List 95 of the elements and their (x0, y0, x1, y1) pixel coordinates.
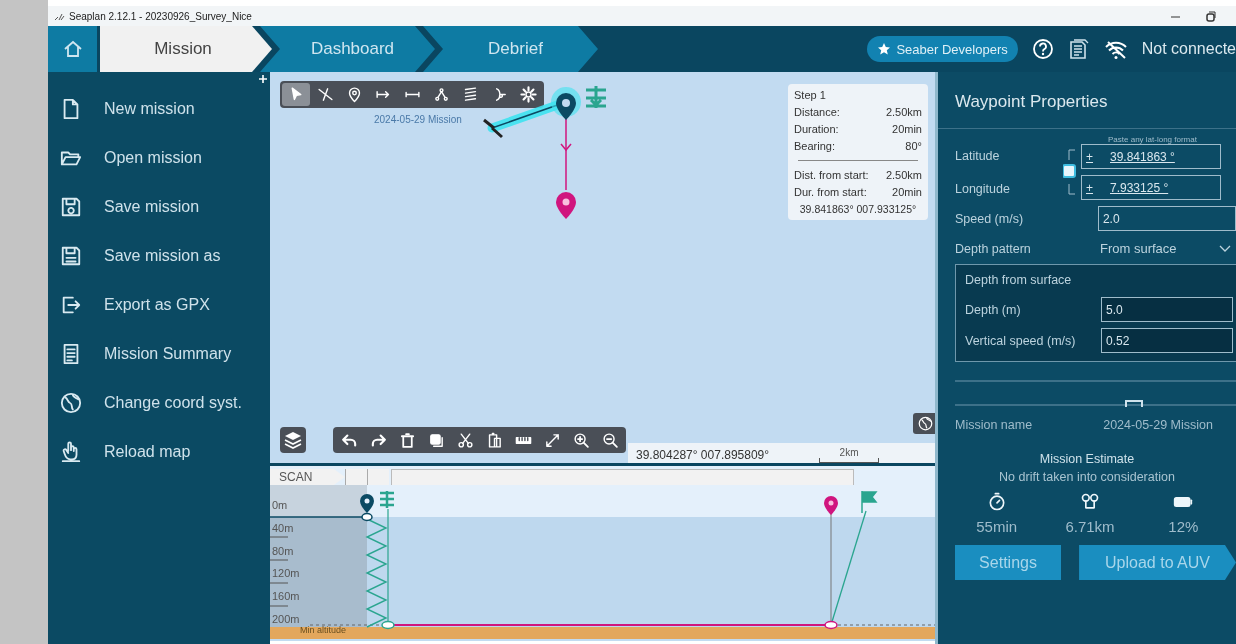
info-value: 2.50km (885, 169, 922, 181)
expand-icon (543, 431, 561, 449)
waypoint-pin-icon[interactable] (556, 192, 576, 219)
home-button[interactable] (48, 26, 100, 72)
branch-icon (432, 86, 450, 103)
segment-cell (367, 469, 389, 485)
input-field[interactable]: 2.0 (1097, 206, 1236, 231)
sidebar-item[interactable]: New mission (48, 92, 248, 126)
field-label: Depth (m) (965, 302, 1022, 317)
info-value: 2.50km (885, 106, 922, 118)
panel-title: Waypoint Properties (938, 72, 1236, 129)
sidebar-item[interactable]: Mission Summary (48, 337, 248, 371)
undo-icon (340, 431, 358, 449)
coordinate-field[interactable]: + 39.841863 ° (1081, 144, 1221, 169)
depth-label: 40m (272, 522, 294, 534)
step-title: Step 1 (794, 89, 827, 101)
coordinates-text: 39.841863° 007.933125° (798, 203, 918, 215)
estimate-title: Mission Estimate (1038, 452, 1136, 466)
line-cut-icon (316, 86, 334, 103)
depth-label: 120m (272, 567, 300, 579)
depth-label: 80m (272, 545, 294, 557)
group-title: Depth from surface (965, 273, 1073, 287)
mission-name: 2024-05-29 Mission (1103, 418, 1213, 432)
splitter-handle[interactable] (1125, 400, 1143, 407)
nav-tab[interactable]: Mission (100, 26, 272, 72)
layers-icon (283, 430, 303, 450)
depth-label: 160m (272, 590, 300, 602)
info-value: 20min (892, 186, 922, 198)
field-label: Latitude (955, 148, 1001, 163)
scale-label: 2km (839, 446, 859, 458)
copy-icon (427, 431, 445, 449)
window-title: Seaplan 2.12.1 - 20230926_Survey_Nice (69, 10, 252, 22)
wifi-off-icon (1103, 38, 1128, 60)
link-toggle[interactable] (1063, 147, 1077, 197)
input-field[interactable]: 0.52 (1101, 328, 1233, 353)
two-pins-icon (1080, 492, 1100, 512)
layers-button[interactable] (280, 427, 306, 453)
sidebar-item[interactable]: Open mission (48, 141, 248, 175)
settings-icon (519, 86, 537, 103)
field-label: Longitude (955, 181, 1011, 196)
info-label: Distance: (794, 106, 840, 118)
globe-button[interactable] (913, 413, 935, 434)
sidebar-item[interactable]: Export as GPX (48, 288, 248, 322)
zoom-out-icon (601, 431, 619, 449)
dropdown[interactable]: From surface (1100, 241, 1231, 256)
segment-cell (345, 469, 367, 485)
field-label: Vertical speed (m/s) (965, 333, 1077, 348)
field-label: Mission name (955, 418, 1033, 432)
estimate-value: 55min (976, 518, 1018, 535)
trash-icon (398, 431, 416, 449)
scale-bar (819, 457, 880, 463)
waypoint-pin-icon[interactable] (551, 87, 581, 120)
depth-marker-icon (584, 84, 608, 110)
info-label: Dur. from start: (794, 186, 867, 198)
info-label: Duration: (794, 123, 839, 135)
sidebar-item[interactable]: Save mission (48, 190, 248, 224)
sidebar-item[interactable]: Reload map (48, 435, 248, 469)
info-label: Dist. from start: (794, 169, 869, 181)
field-label: Depth pattern (955, 241, 1032, 256)
zoom-in-icon (572, 431, 590, 449)
connection-status: Not connecte (1141, 40, 1236, 58)
field-label: Speed (m/s) (955, 211, 1025, 226)
help-icon[interactable] (1031, 38, 1054, 60)
redo-icon (369, 431, 387, 449)
sidebar-item[interactable]: Change coord syst. (48, 386, 248, 420)
depth-label: 200m (272, 613, 300, 625)
sidebar-item[interactable]: Save mission as (48, 239, 248, 273)
tool-button[interactable] (282, 83, 310, 106)
floor-label: Min altitude (300, 625, 347, 635)
account-button[interactable]: Seaber Developers (867, 36, 1018, 62)
info-label: Bearing: (794, 140, 835, 152)
cursor-coordinates: 39.804287° 007.895809° (636, 447, 770, 462)
input-field[interactable]: 5.0 (1101, 297, 1233, 322)
chevron-icon (1218, 244, 1231, 253)
nav-tab[interactable]: Dashboard (260, 26, 435, 72)
plus-icon[interactable] (258, 74, 268, 84)
estimate-value: 12% (1168, 518, 1199, 535)
export-icon (60, 294, 82, 316)
info-value: 20min (892, 123, 922, 135)
mission-label: 2024-05-29 Mission (374, 114, 462, 125)
scan-tab[interactable]: SCAN (270, 469, 345, 485)
estimate-value: 6.71km (1065, 518, 1115, 535)
globe-icon (917, 416, 933, 431)
scissors-icon (456, 431, 474, 449)
info-value: 80° (905, 140, 922, 152)
estimate-note: No drift taken into consideration (998, 470, 1176, 484)
globe-icon (60, 392, 82, 414)
nav-tab[interactable]: Debrief (423, 26, 598, 72)
star-icon (877, 42, 892, 56)
coordinate-field[interactable]: + 7.933125 ° (1081, 175, 1221, 200)
hand-icon (60, 441, 82, 463)
restore-icon[interactable] (1205, 10, 1216, 22)
hint-text: Paste any lat-long format (1108, 135, 1198, 144)
document-icon[interactable] (1067, 38, 1090, 60)
depth-label: 0m (272, 499, 288, 511)
